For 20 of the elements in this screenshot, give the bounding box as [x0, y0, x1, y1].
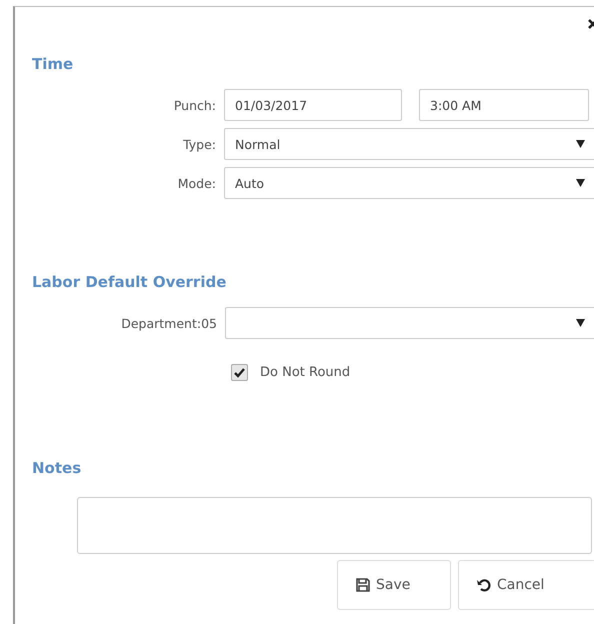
- field-label: Department:05: [120, 316, 217, 330]
- notes-field[interactable]: [77, 497, 592, 554]
- section-heading: Time: [32, 55, 74, 73]
- dropdown-caret-icon: [576, 319, 585, 327]
- field-label: Punch:: [172, 98, 216, 112]
- dropdown[interactable]: Auto: [224, 167, 594, 199]
- undo-icon: [477, 578, 491, 592]
- cancel-button[interactable]: Cancel: [458, 560, 594, 610]
- date-field[interactable]: 01/03/2017: [224, 89, 402, 121]
- time-field[interactable]: 3:00 AM: [419, 89, 589, 121]
- checkbox[interactable]: [231, 364, 248, 381]
- dropdown[interactable]: Normal: [224, 128, 594, 160]
- section-heading: Labor Default Override: [32, 273, 228, 291]
- save-button[interactable]: Save: [337, 560, 451, 610]
- dropdown-caret-icon: [576, 140, 585, 148]
- section-heading: Notes: [32, 459, 82, 477]
- dropdown-caret-icon: [576, 179, 585, 187]
- field-label: Mode:: [176, 176, 216, 190]
- checkbox-label: Do Not Round: [260, 365, 350, 380]
- field-label: Type:: [182, 136, 216, 152]
